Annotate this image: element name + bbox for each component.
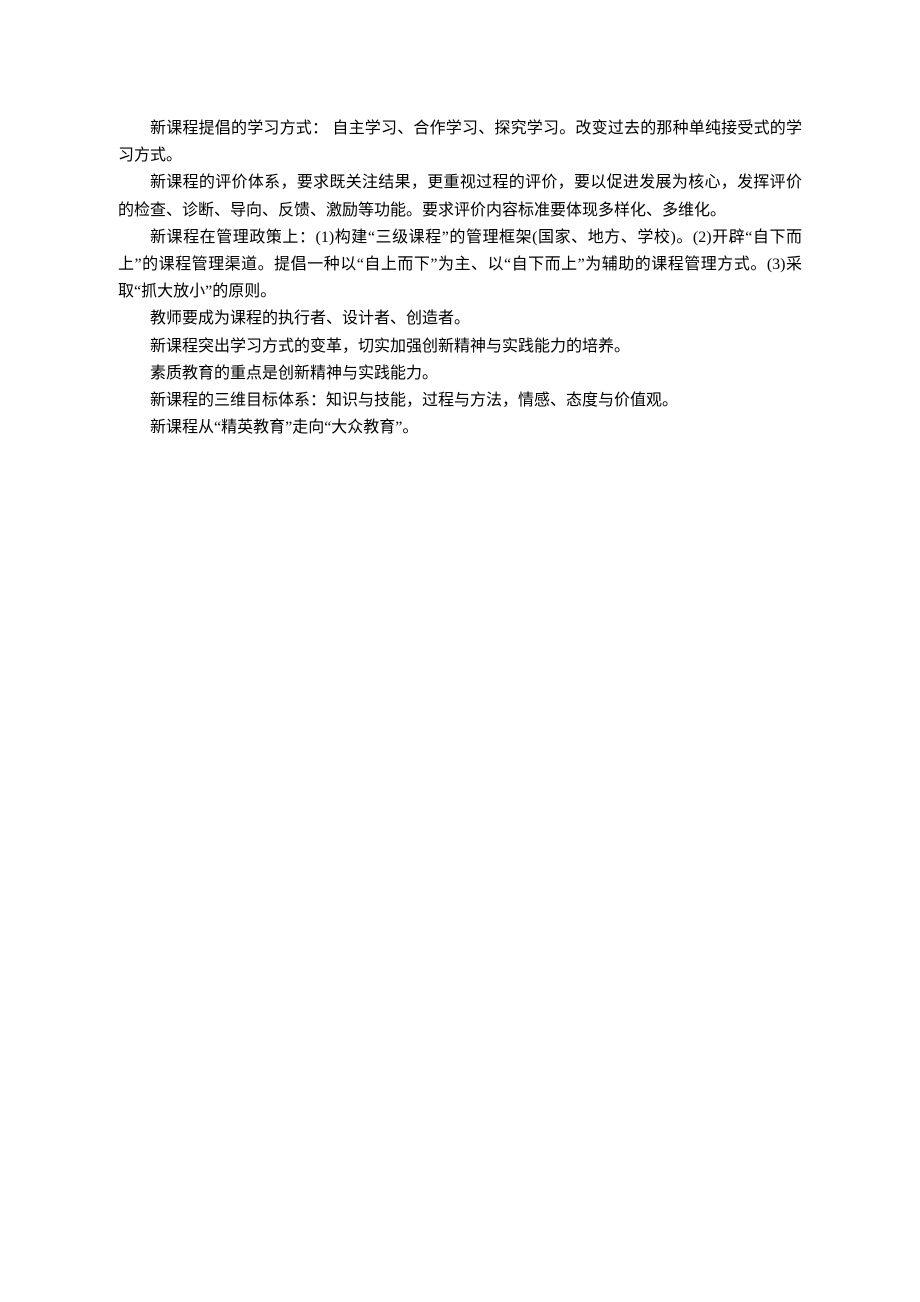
paragraph-2: 新课程的评价体系，要求既关注结果，更重视过程的评价，要以促进发展为核心，发挥评价… [118, 169, 802, 223]
document-body: 新课程提倡的学习方式： 自主学习、合作学习、探究学习。改变过去的那种单纯接受式的… [118, 115, 802, 441]
paragraph-5: 新课程突出学习方式的变革，切实加强创新精神与实践能力的培养。 [118, 333, 802, 360]
paragraph-3: 新课程在管理政策上：(1)构建“三级课程”的管理框架(国家、地方、学校)。(2)… [118, 224, 802, 306]
paragraph-4: 教师要成为课程的执行者、设计者、创造者。 [118, 305, 802, 332]
paragraph-6: 素质教育的重点是创新精神与实践能力。 [118, 360, 802, 387]
paragraph-1: 新课程提倡的学习方式： 自主学习、合作学习、探究学习。改变过去的那种单纯接受式的… [118, 115, 802, 169]
paragraph-7: 新课程的三维目标体系：知识与技能，过程与方法，情感、态度与价值观。 [118, 387, 802, 414]
paragraph-8: 新课程从“精英教育”走向“大众教育”。 [118, 414, 802, 441]
